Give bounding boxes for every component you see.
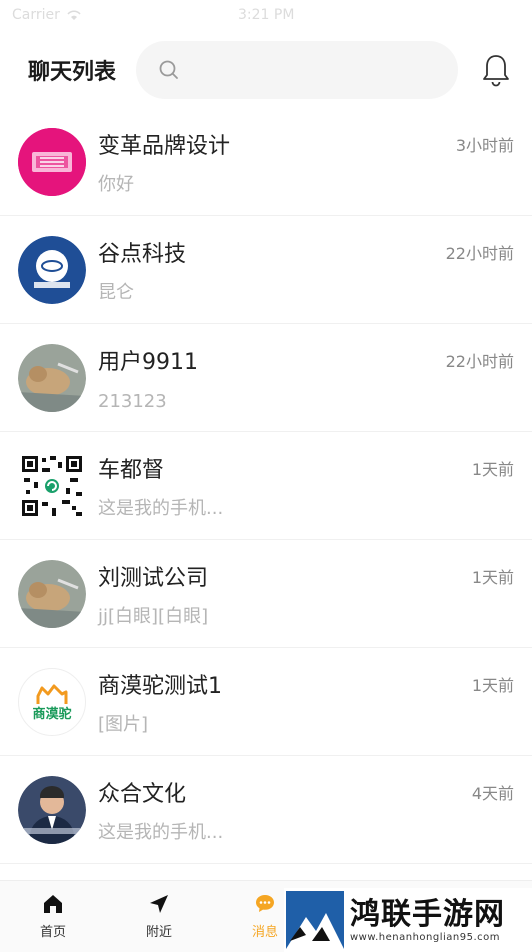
chat-name: 车都督	[98, 457, 165, 483]
watermark-url: www.henanhonglian95.com	[350, 931, 501, 943]
camel-logo-icon	[36, 684, 68, 704]
chat-name: 谷点科技	[98, 241, 187, 267]
tab-label: 附近	[145, 925, 172, 940]
tab-label: 首页	[39, 925, 66, 940]
search-input[interactable]	[188, 60, 388, 80]
chat-row-body: 变革品牌设计 你好 3小时前	[98, 128, 514, 196]
chat-name: 商漠驼测试1	[98, 673, 222, 699]
chat-row-body: 用户9911 213123 22小时前	[98, 344, 514, 412]
avatar	[18, 235, 86, 304]
person-photo-icon	[18, 775, 86, 844]
chat-name: 众合文化	[98, 781, 187, 807]
chat-row[interactable]: 变革品牌设计 你好 3小时前	[0, 108, 532, 216]
chat-last-message: 213123	[98, 390, 167, 412]
chat-row[interactable]: 商漠驼 商漠驼测试1 [图片] 1天前	[0, 648, 532, 756]
bell-icon	[483, 55, 509, 87]
chat-row[interactable]: 刘测试公司 jj[白眼][白眼] 1天前	[0, 540, 532, 648]
qr-code-icon	[20, 453, 84, 518]
chat-time: 22小时前	[445, 351, 514, 371]
avatar	[18, 559, 86, 628]
cat-photo-icon	[18, 343, 86, 412]
watermark-title: 鸿联手游网	[350, 896, 505, 932]
tab-label: 消息	[251, 925, 278, 940]
chat-row-body: 商漠驼测试1 [图片] 1天前	[98, 668, 514, 736]
chat-row-body: 谷点科技 昆仑 22小时前	[98, 236, 514, 304]
carrier: Carrier	[12, 7, 82, 23]
wifi-icon	[67, 10, 81, 20]
chat-row-body: 众合文化 这是我的手机... 4天前	[98, 776, 514, 844]
chat-list: 变革品牌设计 你好 3小时前 谷点科技 昆仑 22小时前 用户9911 2131…	[0, 108, 532, 864]
chat-name: 刘测试公司	[98, 565, 209, 591]
chat-row[interactable]: 谷点科技 昆仑 22小时前	[0, 216, 532, 324]
chat-row[interactable]: 车都督 这是我的手机... 1天前	[0, 432, 532, 540]
watermark: 鸿联手游网 www.henanhonglian95.com	[284, 888, 532, 952]
chat-time: 1天前	[471, 567, 514, 587]
chat-last-message: 昆仑	[98, 281, 134, 303]
chat-time: 4天前	[471, 783, 514, 803]
home-icon	[44, 895, 62, 913]
chat-name: 变革品牌设计	[98, 133, 231, 159]
status-bar: Carrier 3:21 PM	[0, 0, 532, 30]
chat-last-message: jj[白眼][白眼]	[98, 605, 209, 627]
chat-name: 用户9911	[98, 349, 198, 375]
tab-home[interactable]: 首页	[0, 881, 106, 952]
status-time: 3:21 PM	[238, 7, 295, 23]
avatar	[18, 343, 86, 412]
chat-row[interactable]: 用户9911 213123 22小时前	[0, 324, 532, 432]
header: 聊天列表	[0, 30, 532, 110]
camel-logo-text: 商漠驼	[32, 706, 72, 722]
chat-last-message: 这是我的手机...	[98, 497, 224, 519]
page-title: 聊天列表	[28, 60, 117, 85]
cat-photo-icon	[18, 559, 86, 628]
carrier-label: Carrier	[12, 7, 60, 23]
mountain-logo-icon	[286, 891, 344, 949]
chat-bubble-icon	[256, 895, 274, 912]
chat-row-body: 车都督 这是我的手机... 1天前	[98, 452, 514, 520]
search-bar[interactable]	[136, 41, 458, 99]
chat-row[interactable]: 众合文化 这是我的手机... 4天前	[0, 756, 532, 864]
search-icon	[159, 60, 178, 79]
chat-time: 1天前	[471, 675, 514, 695]
company-badge-icon	[18, 235, 86, 304]
chat-row-body: 刘测试公司 jj[白眼][白眼] 1天前	[98, 560, 514, 628]
chat-last-message: [图片]	[98, 713, 149, 735]
notification-button[interactable]	[478, 50, 514, 90]
tab-nearby[interactable]: 附近	[106, 881, 212, 952]
chat-time: 3小时前	[455, 135, 514, 155]
avatar	[18, 452, 86, 520]
avatar: 商漠驼	[18, 667, 86, 736]
brand-logo-icon	[18, 127, 86, 196]
watermark-text: 鸿联手游网 www.henanhonglian95.com	[350, 896, 505, 943]
chat-last-message: 这是我的手机...	[98, 821, 224, 843]
chat-time: 22小时前	[445, 243, 514, 263]
chat-last-message: 你好	[98, 173, 134, 195]
chat-time: 1天前	[471, 459, 514, 479]
avatar	[18, 127, 86, 196]
avatar	[18, 775, 86, 844]
location-arrow-icon	[150, 895, 168, 913]
